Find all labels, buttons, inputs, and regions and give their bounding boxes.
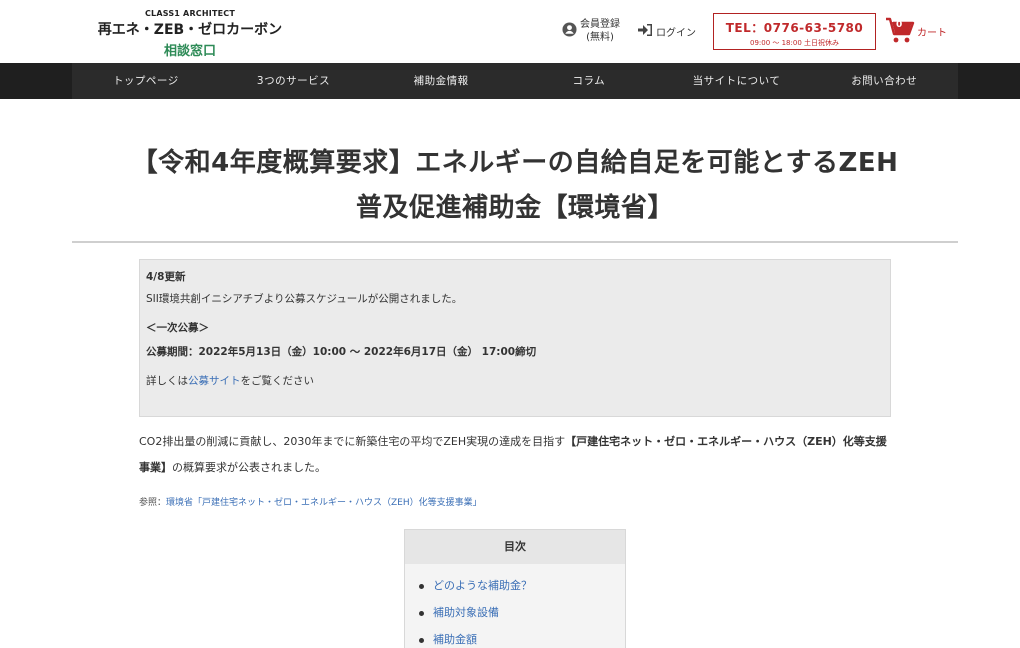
logo-small-text: CLASS1 ARCHITECT — [144, 9, 236, 18]
member-register-link[interactable]: 会員登録 (無料) — [562, 18, 620, 44]
notice-detail-prefix: 詳しくは — [146, 375, 188, 387]
login-link[interactable]: ログイン — [638, 24, 696, 39]
nav-item-contact[interactable]: お問い合わせ — [810, 63, 958, 99]
cart-link[interactable]: 0 カート — [885, 17, 947, 45]
reference-line: 参照：環境省「戸建住宅ネット・ゼロ・エネルギー・ハウス（ZEH）化等支援事業」 — [139, 495, 482, 508]
toc-item[interactable]: 補助金額 — [419, 626, 625, 648]
tel-number: TEL：0776-63-5780 — [725, 21, 864, 35]
cart-icon: 0 — [885, 17, 915, 45]
tel-hours: 09:00 〜 18:00 土日祝休み — [749, 39, 840, 47]
member-register-label: 会員登録 (無料) — [580, 18, 620, 44]
intro-suffix: の概算要求が公表されました。 — [172, 461, 326, 474]
site-logo[interactable]: CLASS1 ARCHITECT 再エネ・ZEB・ゼロカーボン 相談窓口 — [90, 9, 290, 59]
toc-item[interactable]: どのような補助金？ — [419, 572, 625, 599]
nav-item-column[interactable]: コラム — [515, 63, 663, 99]
recruitment-site-link[interactable]: 公募サイト — [188, 375, 241, 387]
nav-item-top[interactable]: トップページ — [72, 63, 220, 99]
nav-item-services[interactable]: 3つのサービス — [220, 63, 368, 99]
nav-item-about[interactable]: 当サイトについて — [663, 63, 811, 99]
site-header: CLASS1 ARCHITECT 再エネ・ZEB・ゼロカーボン 相談窓口 会員登… — [0, 0, 1020, 63]
update-notice-box: 4/8更新 SII環境共創イニシアチブより公募スケジュールが公開されました。 ＜… — [139, 259, 891, 417]
page-title: 【令和4年度概算要求】エネルギーの自給自足を可能とするZEH 普及促進補助金【環… — [72, 141, 958, 231]
cart-count: 0 — [896, 20, 903, 30]
reference-link[interactable]: 環境省「戸建住宅ネット・ゼロ・エネルギー・ハウス（ZEH）化等支援事業」 — [166, 498, 482, 508]
notice-updated: 4/8更新 — [146, 271, 186, 283]
intro-prefix: CO2排出量の削減に貢献し、2030年までに新築住宅の平均でZEH実現の達成を目… — [139, 435, 566, 448]
user-icon — [562, 21, 577, 41]
logo-main-text: 再エネ・ZEB・ゼロカーボン — [97, 22, 283, 38]
bullet-icon — [419, 583, 424, 589]
toc-list: どのような補助金？ 補助対象設備 補助金額 — [405, 564, 625, 648]
toc-heading: 目次 — [405, 530, 625, 564]
notice-detail: 詳しくは公募サイトをご覧ください — [146, 373, 884, 388]
member-line2: (無料) — [586, 32, 614, 43]
tel-box[interactable]: TEL：0776-63-5780 09:00 〜 18:00 土日祝休み — [713, 13, 876, 50]
nav-bar: トップページ 3つのサービス 補助金情報 コラム 当サイトについて お問い合わせ — [72, 63, 958, 99]
nav-item-subsidy[interactable]: 補助金情報 — [367, 63, 515, 99]
bullet-icon — [419, 610, 424, 616]
title-divider — [72, 241, 958, 243]
notice-round: ＜一次公募＞ — [146, 322, 209, 334]
member-line1: 会員登録 — [580, 19, 620, 30]
table-of-contents: 目次 どのような補助金？ 補助対象設備 補助金額 — [404, 529, 626, 648]
login-icon — [638, 24, 652, 39]
login-label: ログイン — [656, 28, 696, 39]
notice-detail-suffix: をご覧ください — [240, 375, 315, 387]
toc-item-label: 補助対象設備 — [433, 606, 499, 619]
page-title-line1: 【令和4年度概算要求】エネルギーの自給自足を可能とするZEH — [131, 148, 899, 178]
main-nav: トップページ 3つのサービス 補助金情報 コラム 当サイトについて お問い合わせ — [0, 63, 1020, 99]
toc-item-label: どのような補助金？ — [433, 579, 532, 592]
page-title-line2: 普及促進補助金【環境省】 — [355, 193, 674, 223]
cart-label: カート — [917, 27, 947, 39]
notice-period: 公募期間：2022年5月13日（金）10:00 〜 2022年6月17日（金） … — [146, 346, 537, 358]
toc-item[interactable]: 補助対象設備 — [419, 599, 625, 626]
bullet-icon — [419, 637, 424, 643]
intro-paragraph: CO2排出量の削減に貢献し、2030年までに新築住宅の平均でZEH実現の達成を目… — [139, 429, 891, 481]
toc-item-label: 補助金額 — [433, 633, 477, 646]
logo-sub-text: 相談窓口 — [163, 44, 216, 59]
notice-line: SII環境共創イニシアチブより公募スケジュールが公開されました。 — [146, 293, 463, 305]
reference-label: 参照： — [139, 498, 167, 508]
